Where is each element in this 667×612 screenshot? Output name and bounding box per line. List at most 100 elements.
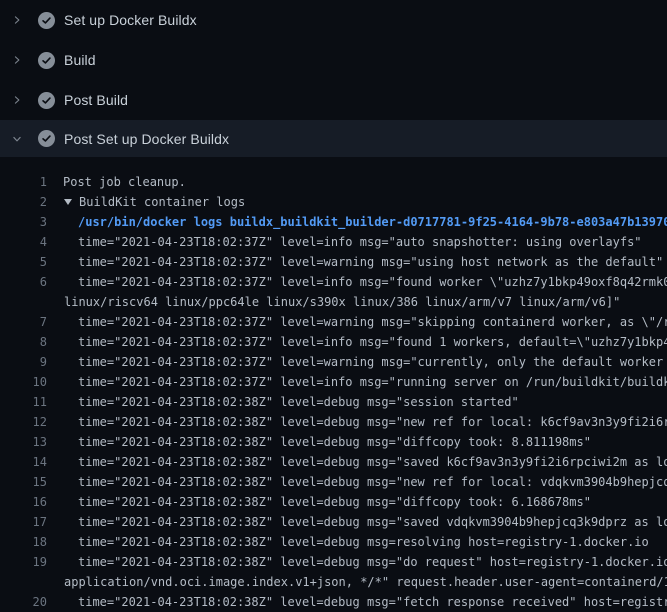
step-label: Post Set up Docker Buildx — [64, 132, 229, 146]
chevron-right-icon — [10, 15, 24, 25]
log-line: 9 time="2021-04-23T18:02:37Z" level=warn… — [0, 352, 667, 372]
log-line-text: BuildKit container logs — [63, 192, 245, 212]
check-circle-icon — [38, 92, 55, 109]
log-line-text: time="2021-04-23T18:02:38Z" level=debug … — [78, 512, 667, 532]
log-line-number[interactable]: 18 — [0, 532, 47, 552]
log-line-number[interactable]: 19 — [0, 552, 47, 572]
log-line-number[interactable]: 16 — [0, 492, 47, 512]
log-line-text: time="2021-04-23T18:02:38Z" level=debug … — [78, 392, 519, 412]
log-line-text: linux/riscv64 linux/ppc64le linux/s390x … — [64, 292, 620, 312]
log-line-text-content: time="2021-04-23T18:02:38Z" level=debug … — [78, 495, 591, 509]
log-line-text: time="2021-04-23T18:02:37Z" level=info m… — [78, 272, 667, 292]
log-line: 8 time="2021-04-23T18:02:37Z" level=info… — [0, 332, 667, 352]
log-line: 20 time="2021-04-23T18:02:38Z" level=deb… — [0, 592, 667, 612]
log-line-text-content: application/vnd.oci.image.index.v1+json,… — [64, 575, 667, 589]
log-line-number[interactable]: 4 — [0, 232, 47, 252]
log-line: 6 time="2021-04-23T18:02:37Z" level=info… — [0, 272, 667, 292]
log-line-text-content: time="2021-04-23T18:02:37Z" level=warnin… — [78, 315, 667, 329]
log-line: 16 time="2021-04-23T18:02:38Z" level=deb… — [0, 492, 667, 512]
log-line-text-content: time="2021-04-23T18:02:37Z" level=warnin… — [78, 255, 663, 269]
log-line-text-content: Post job cleanup. — [63, 175, 186, 189]
log-line-text-content: linux/riscv64 linux/ppc64le linux/s390x … — [64, 295, 620, 309]
log-line-text-content: time="2021-04-23T18:02:38Z" level=debug … — [78, 435, 591, 449]
check-circle-icon — [38, 12, 55, 29]
log-line: 5 time="2021-04-23T18:02:37Z" level=warn… — [0, 252, 667, 272]
log-line-text: time="2021-04-23T18:02:37Z" level=warnin… — [78, 312, 667, 332]
log-line-text: Post job cleanup. — [63, 172, 186, 192]
step-label: Post Build — [64, 93, 128, 107]
log-line-number[interactable] — [0, 572, 47, 592]
log-line-number[interactable]: 6 — [0, 272, 47, 292]
log-line: 7 time="2021-04-23T18:02:37Z" level=warn… — [0, 312, 667, 332]
log-line-text: time="2021-04-23T18:02:37Z" level=warnin… — [78, 352, 667, 372]
log-line-text-content: time="2021-04-23T18:02:38Z" level=debug … — [78, 595, 667, 609]
log-line: 10 time="2021-04-23T18:02:37Z" level=inf… — [0, 372, 667, 392]
log-line-text: /usr/bin/docker logs buildx_buildkit_bui… — [78, 212, 667, 232]
log-line-text-content: time="2021-04-23T18:02:38Z" level=debug … — [78, 515, 667, 529]
log-line: 14 time="2021-04-23T18:02:38Z" level=deb… — [0, 452, 667, 472]
log-line: 1 Post job cleanup. — [0, 172, 667, 192]
log-line-text: time="2021-04-23T18:02:37Z" level=warnin… — [78, 252, 663, 272]
log-line: 11 time="2021-04-23T18:02:38Z" level=deb… — [0, 392, 667, 412]
log-line-text: time="2021-04-23T18:02:38Z" level=debug … — [78, 592, 667, 612]
log-line-text-content: time="2021-04-23T18:02:37Z" level=info m… — [78, 275, 667, 289]
step-header-row[interactable]: Build — [0, 40, 667, 80]
log-line-text-content: time="2021-04-23T18:02:38Z" level=debug … — [78, 455, 667, 469]
log-line-text: time="2021-04-23T18:02:37Z" level=info m… — [78, 332, 667, 352]
log-line: 13 time="2021-04-23T18:02:38Z" level=deb… — [0, 432, 667, 452]
log-line-number[interactable] — [0, 292, 47, 312]
log-line-text: time="2021-04-23T18:02:38Z" level=debug … — [78, 532, 649, 552]
log-line: 18 time="2021-04-23T18:02:38Z" level=deb… — [0, 532, 667, 552]
log-line-number[interactable]: 13 — [0, 432, 47, 452]
chevron-down-icon — [10, 134, 24, 144]
log-line-text: time="2021-04-23T18:02:38Z" level=debug … — [78, 452, 667, 472]
log-line-text-content: time="2021-04-23T18:02:37Z" level=info m… — [78, 375, 667, 389]
log-line-number[interactable]: 1 — [0, 172, 47, 192]
log-console[interactable]: 1 Post job cleanup. 2 BuildKit container… — [0, 157, 667, 612]
log-line: linux/riscv64 linux/ppc64le linux/s390x … — [0, 292, 667, 312]
log-line-text: application/vnd.oci.image.index.v1+json,… — [64, 572, 667, 592]
check-circle-icon — [38, 130, 55, 147]
log-line[interactable]: 2 BuildKit container logs — [0, 192, 667, 212]
check-circle-icon — [38, 52, 55, 69]
log-line-number[interactable]: 9 — [0, 352, 47, 372]
log-line-number[interactable]: 8 — [0, 332, 47, 352]
log-line-number[interactable]: 10 — [0, 372, 47, 392]
chevron-right-icon — [10, 55, 24, 65]
step-label: Build — [64, 53, 96, 67]
log-line: 19 time="2021-04-23T18:02:38Z" level=deb… — [0, 552, 667, 572]
steps-list: Set up Docker Buildx Build Post Build — [0, 0, 667, 157]
log-line-text-content: BuildKit container logs — [79, 195, 245, 209]
step-header-row[interactable]: Set up Docker Buildx — [0, 0, 667, 40]
log-line-text-content: /usr/bin/docker logs buildx_buildkit_bui… — [78, 215, 667, 229]
log-line-number[interactable]: 20 — [0, 592, 47, 612]
log-line-text: time="2021-04-23T18:02:37Z" level=info m… — [78, 372, 667, 392]
log-line-text-content: time="2021-04-23T18:02:37Z" level=info m… — [78, 335, 667, 349]
log-line-text: time="2021-04-23T18:02:38Z" level=debug … — [78, 432, 591, 452]
group-toggle-triangle-icon[interactable] — [64, 199, 72, 205]
chevron-right-icon — [10, 95, 24, 105]
log-line-text: time="2021-04-23T18:02:37Z" level=info m… — [78, 232, 642, 252]
log-line-text-content: time="2021-04-23T18:02:38Z" level=debug … — [78, 475, 667, 489]
log-line-text: time="2021-04-23T18:02:38Z" level=debug … — [78, 472, 667, 492]
log-line-number[interactable]: 2 — [0, 192, 47, 212]
log-line-text-content: time="2021-04-23T18:02:37Z" level=info m… — [78, 235, 642, 249]
step-header-row[interactable]: Post Set up Docker Buildx — [0, 120, 667, 157]
log-line-number[interactable]: 12 — [0, 412, 47, 432]
log-line-text-content: time="2021-04-23T18:02:38Z" level=debug … — [78, 555, 667, 569]
log-line: 4 time="2021-04-23T18:02:37Z" level=info… — [0, 232, 667, 252]
log-line-number[interactable]: 14 — [0, 452, 47, 472]
log-line-text-content: time="2021-04-23T18:02:38Z" level=debug … — [78, 415, 667, 429]
step-header-row[interactable]: Post Build — [0, 80, 667, 120]
log-line-text: time="2021-04-23T18:02:38Z" level=debug … — [78, 412, 667, 432]
log-line-text-content: time="2021-04-23T18:02:38Z" level=debug … — [78, 395, 519, 409]
log-line-number[interactable]: 3 — [0, 212, 47, 232]
log-line-number[interactable]: 15 — [0, 472, 47, 492]
log-line-number[interactable]: 7 — [0, 312, 47, 332]
log-line-number[interactable]: 11 — [0, 392, 47, 412]
log-line-number[interactable]: 17 — [0, 512, 47, 532]
log-line: application/vnd.oci.image.index.v1+json,… — [0, 572, 667, 592]
log-line-text: time="2021-04-23T18:02:38Z" level=debug … — [78, 492, 591, 512]
log-line-text: time="2021-04-23T18:02:38Z" level=debug … — [78, 552, 667, 572]
log-line-number[interactable]: 5 — [0, 252, 47, 272]
